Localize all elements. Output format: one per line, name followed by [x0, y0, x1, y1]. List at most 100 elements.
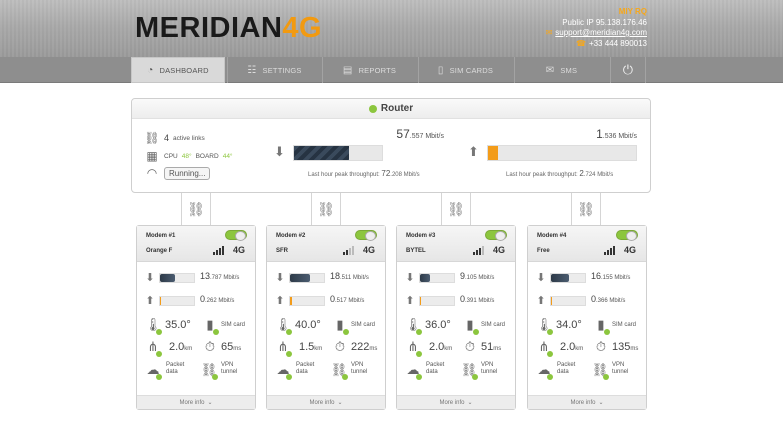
modem-download: ⬇ — [405, 271, 455, 284]
vpn-link-icon: ⛓ — [591, 362, 609, 380]
running-button[interactable]: Running... — [164, 166, 211, 180]
antenna-icon: ⋔ — [535, 339, 553, 357]
more-info-button[interactable]: More info ⌄ — [267, 395, 385, 409]
tab-sim-cards[interactable]: ▯ SIM CARDS — [418, 57, 512, 83]
modem-toggle[interactable] — [225, 230, 247, 241]
power-button[interactable]: ⏻ — [610, 57, 646, 83]
vpn-tunnel-label: VPN tunnel — [351, 362, 368, 375]
tab-reports[interactable]: ▤ REPORTS — [322, 57, 416, 83]
router-upload-peak: Last hour peak throughput: 2.724 Mbit/s — [506, 169, 614, 178]
modem-upload-bar — [550, 295, 586, 306]
ok-badge — [156, 351, 162, 357]
vpn-link-icon: ⛓ — [330, 362, 348, 380]
modem-latency: 222ms — [351, 341, 378, 353]
modem-download-bar — [289, 272, 325, 283]
main-nav: ◔ DASHBOARD ☷ SETTINGS ▤ REPORTS ▯ SIM CARDS… — [0, 57, 783, 83]
network-type: 4G — [492, 245, 505, 255]
upload-icon: ⬆ — [275, 295, 285, 307]
upload-bar-fill — [488, 146, 499, 160]
router-download-speed: 57.557 Mbit/s — [396, 127, 444, 141]
modem-toggle[interactable] — [355, 230, 377, 241]
modem-download-bar — [550, 272, 586, 283]
modem-download: ⬇ — [275, 271, 325, 284]
modem-download: ⬇ — [536, 271, 586, 284]
modem-name: Modem #1 — [146, 233, 176, 239]
packet-data-label: Packet data — [557, 362, 576, 375]
signal-bar — [216, 250, 218, 255]
tab-settings[interactable]: ☷ SETTINGS — [227, 57, 321, 83]
chain-icon: ⛓ — [317, 200, 335, 217]
modem-distance: 2.0km — [169, 341, 193, 353]
modem-temperature: 36.0° — [425, 319, 451, 331]
signal-bar — [349, 248, 351, 255]
simcard-icon: ▮ — [201, 317, 219, 335]
upload-icon: ⬆ — [536, 295, 546, 307]
modem-card: Modem #4 Free 4G ⬇ 16.155 Mbit/s ⬆ 0.366 Mbit/… — [527, 225, 647, 410]
router-upload-speed: 1.536 Mbit/s — [596, 127, 637, 141]
envelope-icon: ✉ — [545, 64, 555, 76]
ok-badge — [416, 351, 422, 357]
modem-upload-speed: 0.391 Mbit/s — [460, 294, 495, 304]
tab-sms[interactable]: ✉ SMS — [514, 57, 608, 83]
modem-distance: 1.5km — [299, 341, 323, 353]
router-download-peak: Last hour peak throughput: 72.208 Mbit/s — [308, 169, 420, 178]
phone-icon: ☎ — [575, 38, 586, 48]
cloud-data-icon: ☁ — [274, 362, 292, 380]
thermometer-icon: 🌡 — [274, 317, 292, 335]
modem-toggle[interactable] — [616, 230, 638, 241]
modem-header: Modem #4 Free 4G — [528, 226, 646, 262]
chain-icon: ⛓ — [577, 200, 595, 217]
modem-upload: ⬆ — [275, 294, 325, 307]
upload-bar-fill — [551, 296, 553, 305]
link-connector: ⛓ — [441, 193, 471, 226]
modem-name: Modem #3 — [406, 233, 436, 239]
network-type: 4G — [232, 245, 245, 255]
header-info: MIY RQ Public IP 95.138.176.46 ✉ support@… — [546, 7, 647, 49]
modem-download-speed: 9.105 Mbit/s — [460, 271, 495, 281]
signal-bar — [482, 246, 484, 255]
download-icon: ⬇ — [536, 272, 546, 284]
signal-bar — [346, 250, 348, 255]
tab-dashboard[interactable]: ◔ DASHBOARD — [131, 57, 225, 83]
modem-latency: 51ms — [481, 341, 502, 353]
signal-bar — [479, 248, 481, 255]
more-info-button[interactable]: More info ⌄ — [528, 395, 646, 409]
temperatures: ▦ CPU 48° BOARD 44° — [144, 149, 232, 163]
gauge-icon: ◔ — [147, 64, 154, 76]
modem-header: Modem #1 Orange F 4G — [137, 226, 255, 262]
ok-badge — [286, 351, 292, 357]
site-name: MIY RQ — [618, 7, 647, 16]
support-email-link[interactable]: support@meridian4g.com — [555, 28, 647, 37]
simcard-icon: ▮ — [592, 317, 610, 335]
power-icon: ⏻ — [622, 62, 634, 77]
cloud-data-icon: ☁ — [404, 362, 422, 380]
modem-card: Modem #2 SFR 4G ⬇ 18.511 Mbit/s ⬆ 0.517 Mbit/s… — [266, 225, 386, 410]
upload-icon: ⬆ — [145, 295, 155, 307]
ok-badge — [342, 374, 348, 380]
more-info-button[interactable]: More info ⌄ — [137, 395, 255, 409]
modem-toggle[interactable] — [485, 230, 507, 241]
antenna-icon: ⋔ — [144, 339, 162, 357]
link-connector: ⛓ — [571, 193, 601, 226]
more-info-button[interactable]: More info ⌄ — [397, 395, 515, 409]
link-connector: ⛓ — [311, 193, 341, 226]
download-icon: ⬇ — [145, 272, 155, 284]
modem-header: Modem #3 BYTEL 4G — [397, 226, 515, 262]
signal-bar — [473, 252, 475, 255]
modem-operator: Orange F — [146, 248, 173, 254]
ok-badge — [547, 374, 553, 380]
modem-download-speed: 16.155 Mbit/s — [591, 271, 631, 281]
modem-upload-bar — [289, 295, 325, 306]
sim-label: SIM card — [351, 322, 376, 328]
logo[interactable]: MERIDIAN4G — [135, 12, 322, 45]
chart-icon: ▤ — [342, 64, 353, 76]
chevron-down-icon: ⌄ — [598, 400, 604, 406]
sliders-icon: ☷ — [247, 64, 257, 76]
modem-download-speed: 18.511 Mbit/s — [330, 271, 369, 281]
modem-header: Modem #2 SFR 4G — [267, 226, 385, 262]
modem-upload: ⬆ — [145, 294, 195, 307]
sim-label: SIM card — [221, 322, 246, 328]
download-bar-fill — [551, 273, 569, 282]
signal-bar — [219, 248, 221, 255]
modem-upload: ⬆ — [405, 294, 455, 307]
